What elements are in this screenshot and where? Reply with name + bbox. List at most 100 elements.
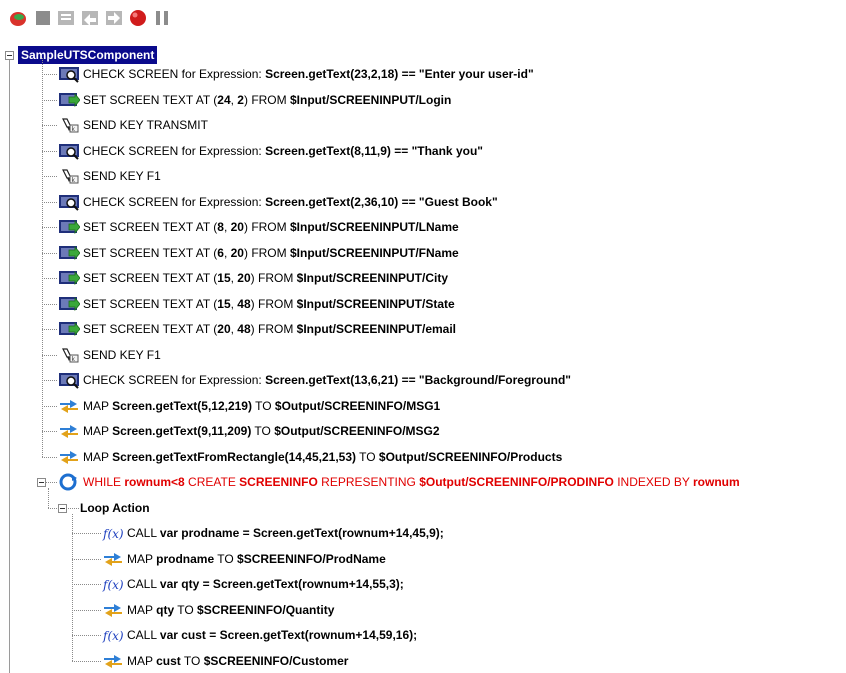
- tree-root[interactable]: SampleUTSComponent: [18, 45, 158, 65]
- row-text: ,: [223, 220, 231, 234]
- tree-row-check-screen[interactable]: CHECK SCREEN for Expression: Screen.getT…: [58, 370, 571, 390]
- step-into-icon[interactable]: [56, 8, 76, 28]
- row-text: INDEXED BY: [613, 475, 694, 489]
- tree-row-map[interactable]: MAP cust TO $SCREENINFO/Customer: [102, 651, 348, 671]
- row-text: $Output/SCREENINFO/MSG1: [274, 398, 441, 413]
- tree-row-set-screen-text[interactable]: SET SCREEN TEXT AT (6, 20) FROM $Input/S…: [58, 243, 459, 263]
- function-call-icon: f(x): [102, 578, 124, 592]
- step-out-icon[interactable]: [104, 8, 124, 28]
- row-text: 6: [217, 245, 224, 260]
- root-label[interactable]: SampleUTSComponent: [18, 46, 158, 64]
- tree-row-send-key[interactable]: k SEND KEY TRANSMIT: [58, 115, 208, 135]
- tree-connector: [42, 150, 57, 152]
- row-text: MAP: [127, 653, 157, 668]
- row-text: TO: [251, 398, 275, 413]
- tree-row-set-screen-text[interactable]: SET SCREEN TEXT AT (8, 20) FROM $Input/S…: [58, 217, 459, 237]
- function-call-icon: f(x): [102, 629, 124, 643]
- row-text: $Input/SCREENINPUT/FName: [289, 245, 459, 260]
- row-text: qty: [156, 602, 175, 617]
- send-key-icon: k: [62, 347, 79, 363]
- map-icon: [104, 603, 122, 617]
- tree-row-while-loop[interactable]: WHILE rownum<8 CREATE SCREENINFO REPRESE…: [58, 472, 740, 492]
- tree-row-check-screen[interactable]: CHECK SCREEN for Expression: Screen.getT…: [58, 192, 498, 212]
- tree-row-map[interactable]: MAP qty TO $SCREENINFO/Quantity: [102, 600, 334, 620]
- row-text: 15: [217, 296, 231, 311]
- tree-row-set-screen-text[interactable]: SET SCREEN TEXT AT (20, 48) FROM $Input/…: [58, 319, 456, 339]
- row-text: SET SCREEN TEXT AT (: [83, 245, 218, 260]
- row-text: Screen.getText(23,2,18) == "Enter your u…: [265, 67, 534, 81]
- row-text: SCREENINFO: [239, 475, 318, 489]
- row-text: ,: [230, 322, 238, 336]
- tree-row-map[interactable]: MAP Screen.getText(9,11,209) TO $Output/…: [58, 421, 440, 441]
- row-text: $Input/SCREENINPUT/Login: [289, 92, 452, 107]
- pause-icon[interactable]: [152, 8, 172, 28]
- row-text: 15: [217, 271, 231, 285]
- row-text: ) FROM: [243, 92, 290, 107]
- map-icon: [60, 425, 78, 438]
- row-text: ) FROM: [243, 245, 290, 260]
- tree-row-map[interactable]: MAP Screen.getTextFromRectangle(14,45,21…: [58, 447, 562, 467]
- row-text: 8: [217, 220, 224, 234]
- row-text: SET SCREEN TEXT AT (: [83, 296, 218, 311]
- tree-connector: [42, 74, 57, 75]
- row-text: 20: [237, 271, 251, 285]
- row-text: cust: [156, 653, 181, 668]
- tree-row-map[interactable]: MAP prodname TO $SCREENINFO/ProdName: [102, 549, 386, 569]
- set-screen-text-icon: [59, 245, 80, 260]
- tree-row-call[interactable]: f(x) CALL var prodname = Screen.getText(r…: [102, 523, 444, 543]
- row-text: var prodname = Screen.getText(rownum+14,…: [159, 526, 444, 540]
- record-icon[interactable]: [8, 8, 28, 28]
- tree-row-set-screen-text[interactable]: SET SCREEN TEXT AT (15, 20) FROM $Input/…: [58, 268, 448, 288]
- row-text: $Input/SCREENINPUT/City: [296, 271, 448, 285]
- tree-row-send-key[interactable]: k SEND KEY F1: [58, 166, 161, 186]
- row-text: ) FROM: [250, 296, 297, 311]
- tree-row-loop-action[interactable]: Loop Action: [80, 498, 150, 518]
- tree-row-send-key[interactable]: k SEND KEY F1: [58, 345, 161, 365]
- row-text: var cust = Screen.getText(rownum+14,59,1…: [159, 628, 418, 642]
- svg-text:f(x): f(x): [102, 578, 124, 592]
- svg-text:f(x): f(x): [102, 629, 124, 643]
- row-text: Loop Action: [80, 500, 150, 515]
- row-text: CHECK SCREEN for Expression:: [83, 373, 266, 387]
- while-collapse-toggle[interactable]: [37, 478, 46, 487]
- row-text: Screen.getText(5,12,219): [112, 398, 252, 413]
- step-over-icon[interactable]: [80, 8, 100, 28]
- tree-connector: [42, 456, 57, 458]
- toolbar: [0, 0, 846, 36]
- row-text: TO: [180, 653, 204, 668]
- row-text: TO: [356, 449, 379, 464]
- row-text: CHECK SCREEN for Expression:: [83, 143, 266, 158]
- stop-icon[interactable]: [33, 8, 53, 28]
- tree-row-call[interactable]: f(x) CALL var qty = Screen.getText(rownum…: [102, 574, 404, 594]
- tree-row-set-screen-text[interactable]: SET SCREEN TEXT AT (15, 48) FROM $Input/…: [58, 294, 455, 314]
- row-text: MAP: [127, 602, 157, 617]
- tree-row-check-screen[interactable]: CHECK SCREEN for Expression: Screen.getT…: [58, 64, 534, 84]
- breakpoint-icon[interactable]: [128, 8, 148, 28]
- map-icon: [104, 654, 122, 668]
- svg-text:f(x): f(x): [102, 527, 124, 541]
- row-text: 20: [217, 322, 231, 336]
- row-text: rownum<8: [124, 475, 185, 489]
- function-call-icon: f(x): [102, 527, 124, 541]
- root-collapse-toggle[interactable]: [5, 51, 14, 60]
- loop-action-collapse-toggle[interactable]: [58, 503, 67, 513]
- map-icon: [60, 399, 78, 413]
- row-text: $Input/SCREENINPUT/State: [296, 296, 455, 311]
- tree-row-map[interactable]: MAP Screen.getText(5,12,219) TO $Output/…: [58, 396, 440, 416]
- while-loop-icon: [59, 473, 77, 491]
- row-text: REPRESENTING: [317, 475, 420, 489]
- row-text: SEND KEY TRANSMIT: [83, 118, 208, 132]
- map-icon: [104, 552, 122, 566]
- tree-row-check-screen[interactable]: CHECK SCREEN for Expression: Screen.getT…: [58, 141, 483, 161]
- tree-connector: [42, 329, 57, 330]
- row-text: WHILE: [83, 475, 125, 489]
- row-text: 48: [237, 322, 251, 336]
- tree-row-call[interactable]: f(x) CALL var cust = Screen.getText(rownu…: [102, 625, 417, 645]
- row-text: SEND KEY F1: [83, 169, 161, 183]
- set-screen-text-icon: [59, 92, 80, 107]
- tree-connector: [72, 635, 101, 636]
- tree-connector: [72, 584, 101, 585]
- check-screen-icon: [59, 373, 79, 389]
- row-text: SEND KEY F1: [83, 347, 161, 362]
- tree-row-set-screen-text[interactable]: SET SCREEN TEXT AT (24, 2) FROM $Input/S…: [58, 90, 451, 110]
